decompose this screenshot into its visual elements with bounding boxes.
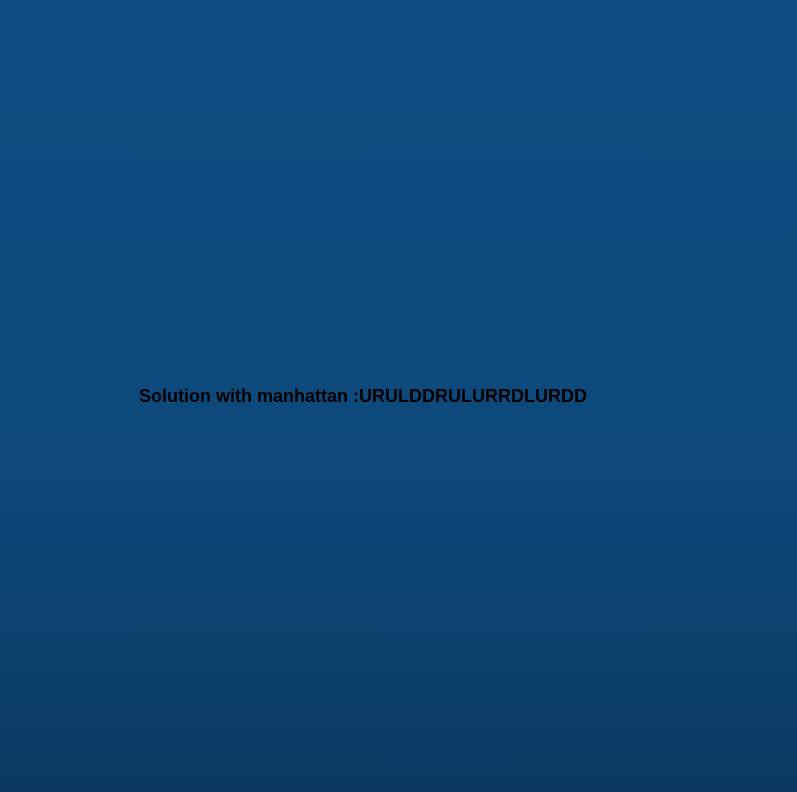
solution-text: Solution with manhattan :URULDDRULURRDLU… <box>139 384 659 408</box>
solution-path: URULDDRULURRDLURDD <box>358 386 587 406</box>
app-canvas: Solution with manhattan :URULDDRULURRDLU… <box>0 0 797 792</box>
solution-label: Solution with manhattan : <box>139 386 359 406</box>
